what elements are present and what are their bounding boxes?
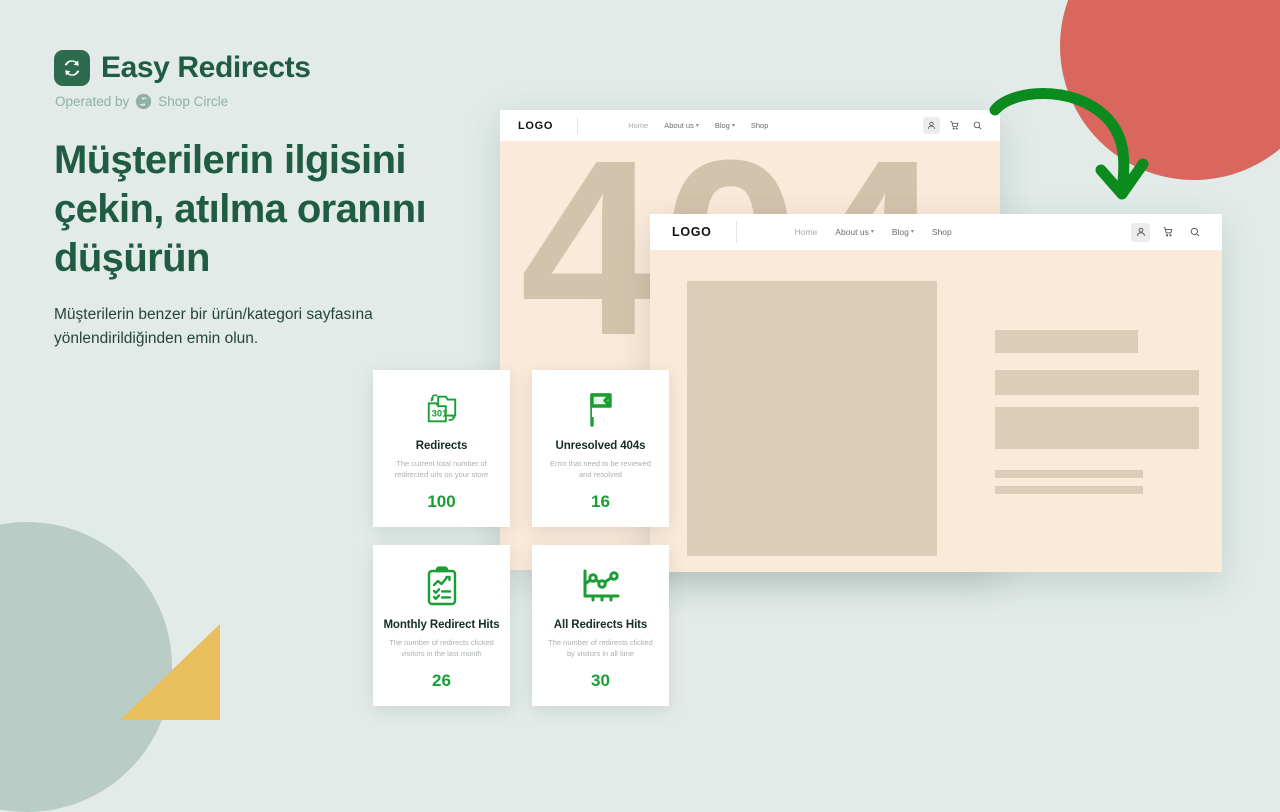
stat-card-value: 16 — [591, 492, 610, 511]
stat-card-row: Monthly Redirect Hits The number of redi… — [373, 545, 670, 706]
placeholder-bar — [995, 330, 1138, 353]
chevron-down-icon: ▾ — [910, 229, 914, 235]
nav-link-blog[interactable]: Blog ▾ — [715, 121, 735, 130]
chevron-down-icon: ▾ — [695, 122, 699, 129]
product-detail-placeholders — [995, 330, 1199, 494]
nav-link-about-us[interactable]: About us ▾ — [664, 121, 699, 130]
promo-banner: Easy Redirects Operated by Shop Circle M… — [0, 0, 1280, 812]
chevron-down-icon: ▾ — [870, 229, 874, 235]
stat-card-description: Error that need to be reviewed and resol… — [550, 459, 651, 479]
stat-card-title: Unresolved 404s — [555, 440, 646, 452]
stat-card-value: 100 — [427, 492, 456, 511]
nav-link-home[interactable]: Home — [628, 121, 648, 130]
svg-text:301: 301 — [431, 409, 447, 420]
placeholder-bar — [995, 370, 1199, 395]
hero-text-column: Easy Redirects Operated by Shop Circle M… — [54, 50, 484, 351]
page-title: Müşterilerin ilgisini çekin, atılma oran… — [54, 138, 427, 280]
stat-card-value: 26 — [432, 671, 451, 690]
store-logo: LOGO — [518, 119, 554, 132]
stat-cards-grid: 301 Redirects The current total number o… — [373, 370, 670, 706]
storefront-nav-back: LOGO Home About us ▾ Blog ▾ Shop — [500, 110, 1000, 141]
product-page-body — [650, 250, 1222, 572]
nav-icons-back — [923, 117, 986, 134]
shop-circle-icon — [135, 93, 152, 110]
clipboard-chart-checklist-icon — [425, 562, 459, 610]
stat-card-description: The number of redirects clicked by visit… — [548, 638, 653, 658]
stat-card-redirects[interactable]: 301 Redirects The current total number o… — [373, 370, 510, 527]
stat-card-value: 30 — [591, 671, 610, 690]
nav-divider — [577, 117, 579, 134]
stat-card-all-redirects-hits[interactable]: All Redirects Hits The number of redirec… — [532, 545, 669, 706]
storefront-nav-front: LOGO Home About us ▾ Blog ▾ Shop — [650, 214, 1222, 250]
operator-name: Shop Circle — [158, 94, 229, 109]
decorative-gold-triangle — [120, 624, 220, 720]
cart-icon[interactable] — [1158, 223, 1177, 242]
curved-arrow-down-icon — [985, 82, 1165, 212]
search-icon[interactable] — [969, 117, 986, 134]
line-chart-icon — [580, 562, 622, 610]
flag-icon — [584, 387, 618, 431]
search-icon[interactable] — [1185, 223, 1204, 242]
operated-by-label: Operated by — [55, 94, 130, 109]
stat-card-description: The number of redirects clicked visitors… — [389, 638, 494, 658]
stat-card-title: Monthly Redirect Hits — [383, 619, 500, 631]
chevron-down-icon: ▾ — [731, 122, 735, 129]
cart-icon[interactable] — [946, 117, 963, 134]
brand-lockup: Easy Redirects — [54, 50, 484, 86]
nav-links-front: Home About us ▾ Blog ▾ Shop — [795, 227, 952, 237]
brand-name: Easy Redirects — [101, 51, 311, 84]
nav-link-blog[interactable]: Blog ▾ — [892, 227, 914, 237]
browser-mockup-product: LOGO Home About us ▾ Blog ▾ Shop — [650, 214, 1222, 572]
stat-card-monthly-redirect-hits[interactable]: Monthly Redirect Hits The number of redi… — [373, 545, 510, 706]
nav-links-back: Home About us ▾ Blog ▾ Shop — [628, 121, 768, 130]
placeholder-line — [995, 470, 1143, 478]
stat-card-title: Redirects — [415, 440, 468, 452]
nav-divider — [735, 221, 737, 243]
stat-card-title: All Redirects Hits — [553, 619, 648, 631]
nav-link-shop[interactable]: Shop — [932, 227, 952, 237]
placeholder-bar — [995, 407, 1199, 449]
nav-link-about-us[interactable]: About us ▾ — [835, 227, 874, 237]
redirect-301-documents-icon: 301 — [423, 387, 461, 431]
hero-subtitle: Müşterilerin benzer bir ürün/kategori sa… — [54, 306, 373, 347]
placeholder-line — [995, 486, 1143, 494]
account-icon[interactable] — [1131, 222, 1150, 242]
stat-card-description: The current total number of redirected u… — [394, 459, 489, 479]
stat-card-row: 301 Redirects The current total number o… — [373, 370, 670, 527]
product-image-placeholder — [687, 281, 937, 556]
account-icon[interactable] — [923, 117, 940, 134]
store-logo: LOGO — [672, 225, 712, 239]
nav-icons-front — [1131, 222, 1204, 242]
stat-card-unresolved-404s[interactable]: Unresolved 404s Error that need to be re… — [532, 370, 669, 527]
refresh-swirl-icon — [54, 50, 90, 86]
operated-by-row: Operated by Shop Circle — [55, 93, 484, 110]
nav-link-home[interactable]: Home — [795, 227, 818, 237]
nav-link-shop[interactable]: Shop — [751, 121, 769, 130]
